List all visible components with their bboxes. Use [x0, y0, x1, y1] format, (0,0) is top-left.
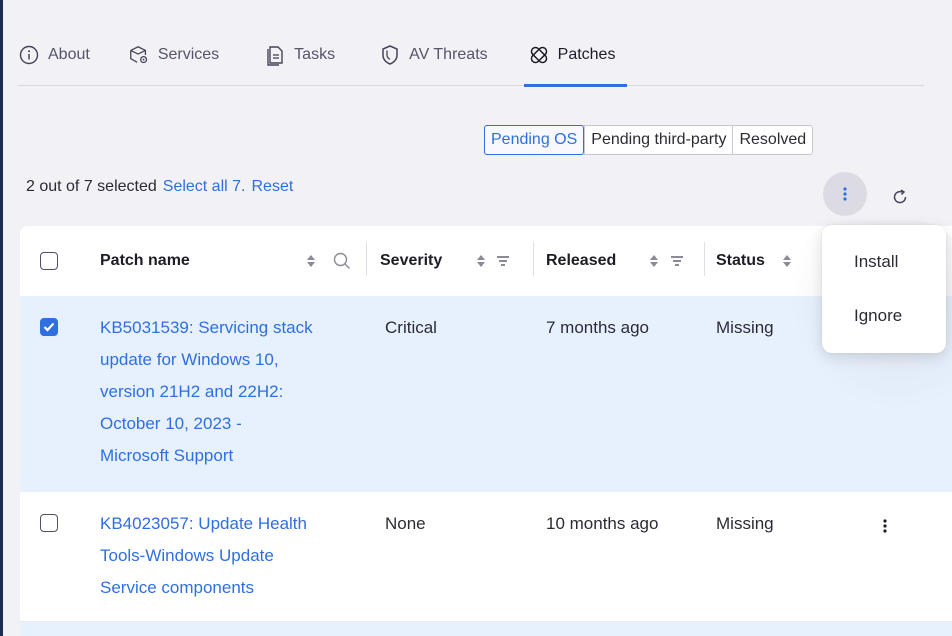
- shield-icon: [379, 44, 401, 66]
- column-label: Status: [716, 252, 765, 269]
- tab-label: Patches: [557, 46, 616, 63]
- refresh-icon: [893, 189, 907, 204]
- severity-value: None: [385, 514, 426, 533]
- tab-tasks[interactable]: Tasks: [264, 36, 335, 86]
- tab-label: Tasks: [294, 46, 336, 63]
- sort-icon[interactable]: [305, 254, 317, 268]
- window-left-border: [0, 0, 3, 636]
- tab-patches[interactable]: Patches: [523, 36, 628, 87]
- checkmark-icon: [43, 322, 55, 332]
- patch-bandage-icon: [528, 44, 550, 66]
- select-all-link[interactable]: Select all 7.: [163, 178, 246, 196]
- column-divider: [704, 242, 705, 276]
- sort-icon[interactable]: [475, 254, 487, 268]
- column-label: Severity: [380, 252, 443, 269]
- patch-name-line: October 10, 2023 -: [100, 414, 242, 433]
- tab-label: Services: [157, 46, 220, 63]
- patch-name-line: Tools-Windows Update: [100, 546, 274, 565]
- tab-label: AV Threats: [409, 46, 488, 63]
- column-divider: [533, 242, 534, 276]
- selection-summary: 2 out of 7 selected: [26, 178, 157, 195]
- tasks-document-icon: [264, 44, 286, 66]
- menu-item-ignore[interactable]: Ignore: [822, 301, 946, 355]
- column-header-severity: Severity: [380, 226, 442, 296]
- severity-value: Critical: [385, 318, 437, 337]
- column-header-patch-name: Patch name: [100, 226, 190, 296]
- more-vertical-icon: [883, 519, 887, 533]
- released-value: 10 months ago: [546, 514, 659, 533]
- select-all-checkbox[interactable]: [40, 252, 58, 270]
- bulk-actions-menu: Install Ignore: [822, 225, 946, 353]
- tab-label: About: [48, 46, 90, 63]
- filter-pending-os[interactable]: Pending OS: [484, 125, 585, 155]
- tab-services[interactable]: Services: [128, 36, 219, 86]
- tab-about[interactable]: About: [18, 36, 90, 86]
- column-header-status: Status: [716, 226, 765, 296]
- patch-name-link[interactable]: KB4023057: Update Health Tools-Windows U…: [100, 508, 370, 604]
- released-value: 7 months ago: [546, 318, 650, 337]
- status-value: Missing: [716, 318, 774, 337]
- row-checkbox[interactable]: [40, 514, 58, 532]
- tab-av-threats[interactable]: AV Threats: [379, 36, 488, 86]
- patch-name-line: Service components: [100, 578, 255, 597]
- column-divider: [366, 242, 367, 276]
- filter-pending-third-party[interactable]: Pending third-party: [584, 126, 732, 154]
- column-label: Released: [546, 252, 617, 269]
- patch-name-link[interactable]: KB5031539: Servicing stack update for Wi…: [100, 312, 370, 472]
- bulk-actions-button[interactable]: [823, 172, 867, 216]
- reset-link[interactable]: Reset: [251, 178, 293, 196]
- more-vertical-icon: [843, 187, 847, 201]
- filter-icon[interactable]: [670, 255, 684, 267]
- status-value: Missing: [716, 514, 774, 533]
- column-header-released: Released: [546, 226, 616, 296]
- patch-name-line: version 21H2 and 22H2:: [100, 382, 284, 401]
- refresh-button[interactable]: [886, 183, 914, 211]
- patch-name-line: KB4023057: Update Health: [100, 514, 307, 533]
- patch-name-line: Microsoft Support: [100, 446, 234, 465]
- row-actions-button[interactable]: [882, 518, 888, 539]
- tab-bar: About Services Tasks AV Threats Patches: [18, 36, 924, 87]
- row-checkbox[interactable]: [40, 318, 58, 336]
- column-label: Patch name: [100, 252, 190, 269]
- selection-summary-row: 2 out of 7 selected Select all 7. Reset: [26, 178, 293, 196]
- search-icon[interactable]: [333, 252, 351, 270]
- filter-icon[interactable]: [496, 255, 510, 267]
- services-gear-icon: [128, 44, 150, 66]
- patch-filter-segmented: Pending OS Pending third-party Resolved: [484, 125, 814, 155]
- patch-name-line: KB5031539: Servicing stack: [100, 318, 313, 337]
- sort-icon[interactable]: [648, 254, 660, 268]
- table-row[interactable]: KB4023057: Update Health Tools-Windows U…: [20, 492, 952, 622]
- patch-name-line: update for Windows 10,: [100, 350, 279, 369]
- menu-item-install[interactable]: Install: [822, 247, 946, 301]
- info-circle-icon: [18, 44, 40, 66]
- table-row[interactable]: [20, 622, 952, 636]
- filter-resolved[interactable]: Resolved: [732, 126, 812, 154]
